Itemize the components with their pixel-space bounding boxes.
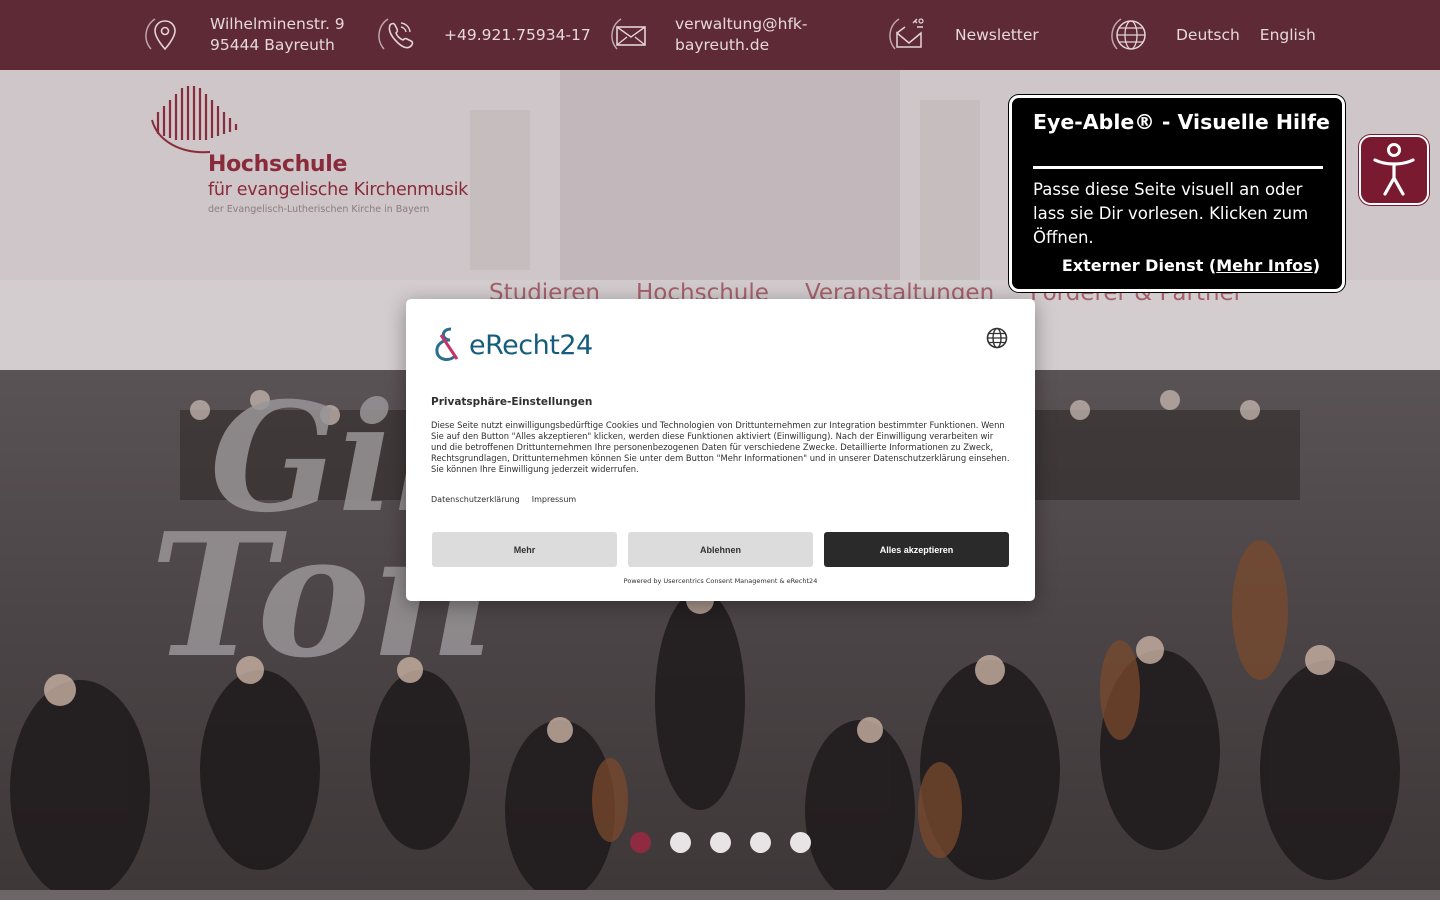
location-pin-icon [141, 11, 189, 59]
globe-icon [1107, 11, 1155, 59]
email-link[interactable]: verwaltung@hfk- bayreuth.de [607, 0, 807, 70]
top-bar: Wilhelminenstr. 9 95444 Bayreuth +49.921… [0, 0, 1440, 70]
phone-number: +49.921.75934-17 [444, 25, 591, 44]
erecht24-mark-icon [435, 327, 459, 361]
more-button[interactable]: Mehr [432, 532, 617, 567]
phone-icon [374, 11, 422, 59]
consent-links: Datenschutzerklärung Impressum [431, 495, 576, 504]
address-block: Wilhelminenstr. 9 95444 Bayreuth [141, 0, 345, 70]
slider-dot-3[interactable] [710, 832, 731, 853]
slider-dot-5[interactable] [790, 832, 811, 853]
eyeable-title: Eye-Able® - Visuelle Hilfe [1033, 110, 1330, 134]
erecht24-wordmark: eRecht24 [469, 329, 593, 361]
slider-pagination [630, 832, 811, 853]
eyeable-more-info-link[interactable]: Mehr Infos [1216, 256, 1312, 275]
slider-dot-4[interactable] [750, 832, 771, 853]
erecht24-logo: eRecht24 [431, 325, 593, 365]
consent-heading: Privatsphäre-Einstellungen [431, 396, 593, 408]
eyeable-ext-prefix: Externer Dienst ( [1061, 256, 1217, 275]
accept-all-button[interactable]: Alles akzeptieren [824, 532, 1009, 567]
email-line-2: bayreuth.de [675, 36, 770, 54]
logo-title: Hochschule [208, 152, 348, 177]
site-logo[interactable]: Hochschule für evangelische Kirchenmusik… [150, 80, 500, 215]
address-street: Wilhelminenstr. 9 [210, 15, 345, 33]
eyeable-ext-suffix: ) [1312, 256, 1320, 275]
eyeable-accessibility-button[interactable] [1359, 135, 1429, 205]
eyeable-tooltip: Eye-Able® - Visuelle Hilfe Passe diese S… [1009, 95, 1345, 292]
lang-deutsch[interactable]: Deutsch [1176, 26, 1240, 44]
slider-dot-1[interactable] [630, 832, 651, 853]
envelope-icon [607, 11, 655, 59]
consent-body-text: Diese Seite nutzt einwilligungsbedürftig… [431, 420, 1010, 474]
eyeable-description: Passe diese Seite visuell an oder lass s… [1033, 180, 1309, 247]
privacy-policy-link[interactable]: Datenschutzerklärung [431, 495, 520, 504]
newsletter-icon [885, 11, 933, 59]
slider-dot-2[interactable] [670, 832, 691, 853]
decline-button[interactable]: Ablehnen [628, 532, 813, 567]
consent-dialog: eRecht24 Privatsphäre-Einstellungen Dies… [406, 299, 1035, 601]
address-city: 95444 Bayreuth [210, 36, 335, 54]
imprint-link[interactable]: Impressum [532, 495, 576, 504]
language-switcher: Deutsch English [1107, 0, 1316, 70]
email-line-1: verwaltung@hfk- [675, 15, 808, 33]
eyeable-external-service: Externer Dienst (Mehr Infos) [1062, 256, 1320, 275]
logo-tagline: der Evangelisch-Lutherischen Kirche in B… [208, 204, 430, 215]
newsletter-label: Newsletter [955, 25, 1039, 44]
lang-english[interactable]: English [1260, 26, 1316, 44]
page-bottom-strip [0, 890, 1440, 900]
newsletter-link[interactable]: Newsletter [885, 0, 1039, 70]
logo-subtitle: für evangelische Kirchenmusik [208, 180, 468, 200]
eyeable-divider [1033, 166, 1323, 169]
accessibility-person-icon [1373, 143, 1415, 196]
phone-link[interactable]: +49.921.75934-17 [374, 0, 591, 70]
organ-pipes-logo-icon [151, 86, 238, 154]
language-globe-icon[interactable] [986, 327, 1008, 349]
powered-by-text: Powered by Usercentrics Consent Manageme… [623, 577, 818, 585]
